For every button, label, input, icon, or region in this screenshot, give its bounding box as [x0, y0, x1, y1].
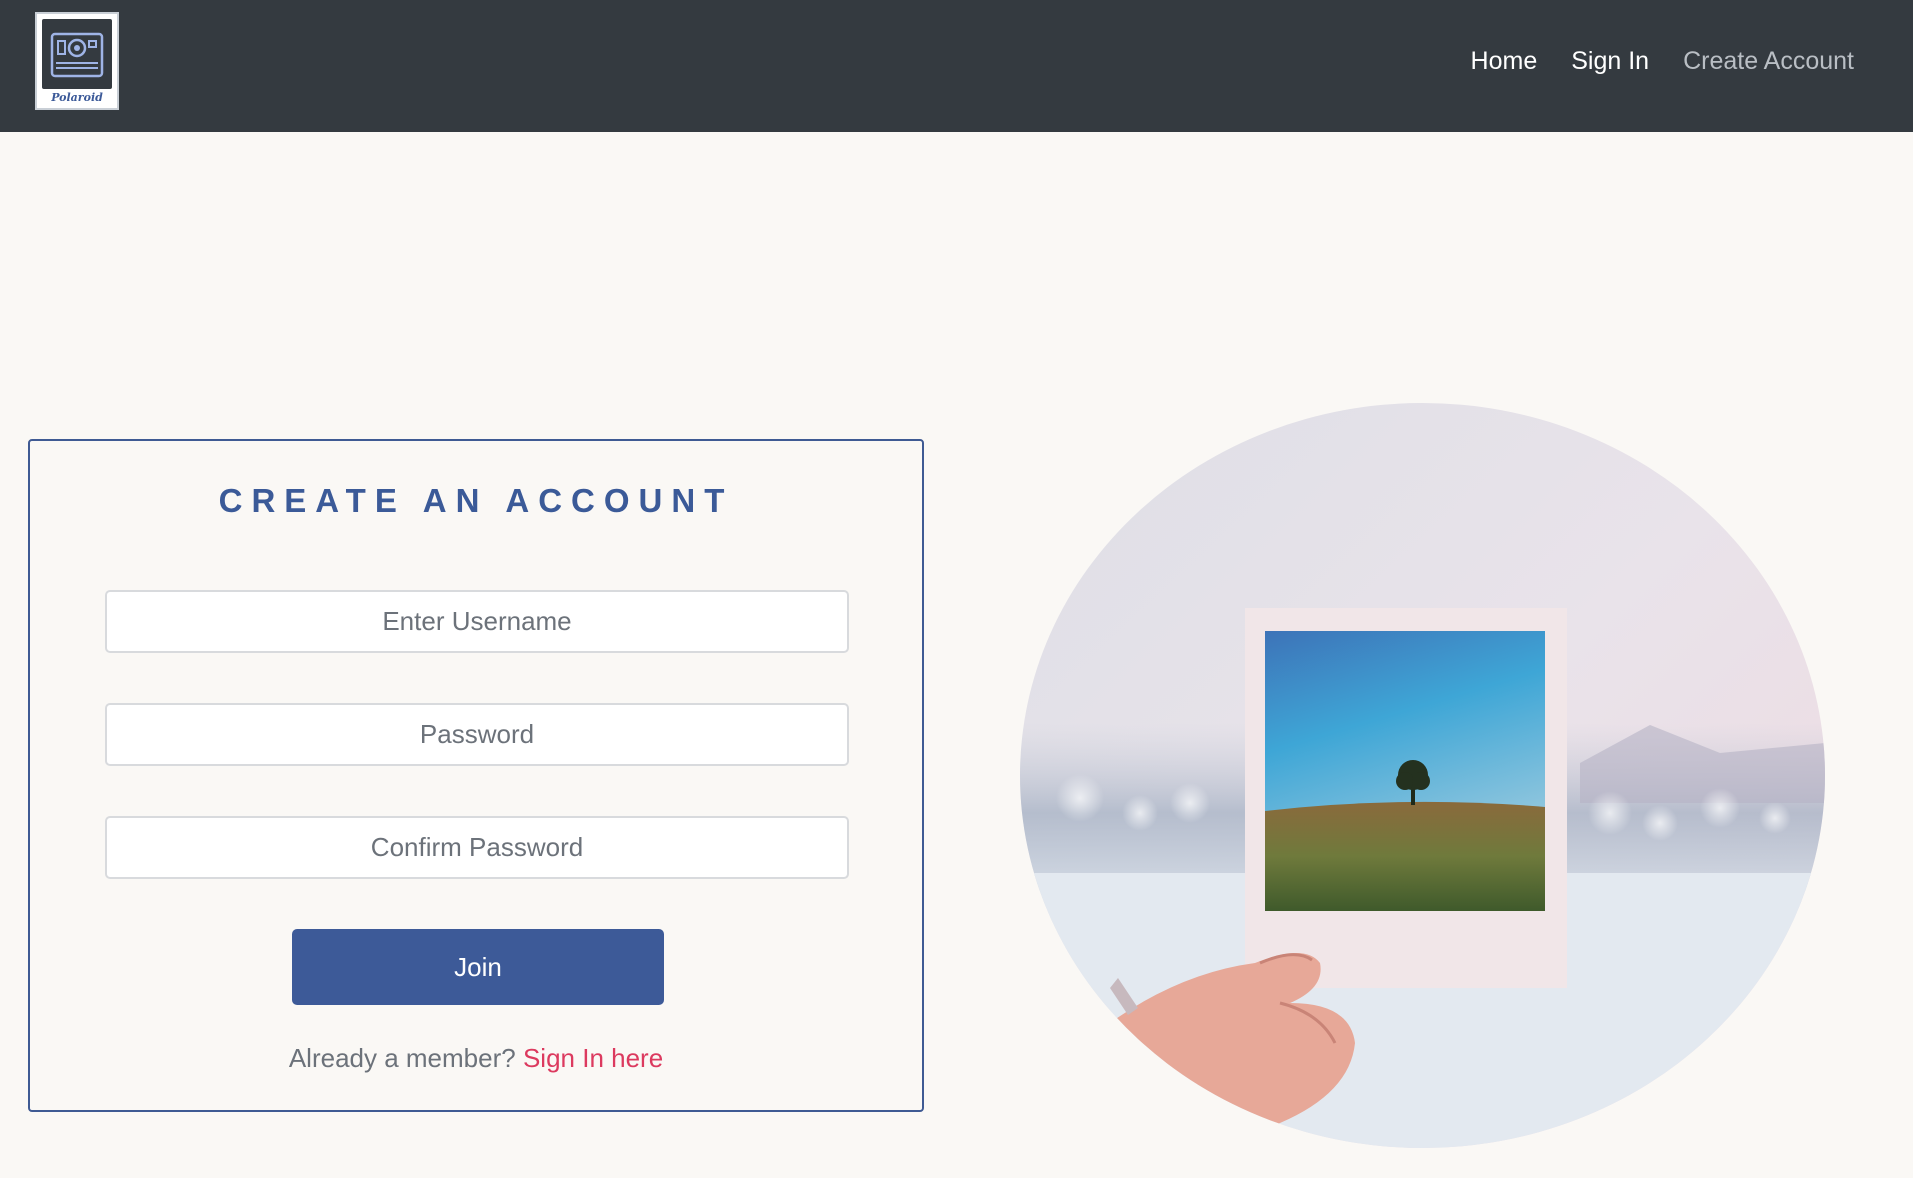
hero-polaroid-image — [1020, 403, 1825, 1148]
username-input[interactable] — [105, 590, 849, 653]
card-title: CREATE AN ACCOUNT — [218, 482, 734, 519]
nav-signin-link[interactable]: Sign In — [1571, 44, 1649, 78]
password-input[interactable] — [105, 703, 849, 766]
member-prompt-text: Already a member? — [288, 1043, 516, 1073]
logo-text: Polaroid — [51, 91, 103, 104]
nav-create-account-link[interactable]: Create Account — [1683, 44, 1854, 78]
signin-here-link[interactable]: Sign In here — [523, 1043, 663, 1073]
brand-logo[interactable]: Polaroid — [35, 12, 119, 110]
nav-home-link[interactable]: Home — [1471, 44, 1538, 78]
member-prompt-line: Already a member? Sign In here — [30, 1041, 922, 1075]
join-button[interactable]: Join — [292, 929, 664, 1005]
create-account-card: CREATE AN ACCOUNT Join Already a member?… — [28, 439, 924, 1112]
navbar: Polaroid Home Sign In Create Account — [0, 0, 1913, 132]
polaroid-camera-icon — [42, 19, 112, 89]
confirm-password-input[interactable] — [105, 816, 849, 879]
nav-links: Home Sign In Create Account — [1471, 44, 1854, 78]
